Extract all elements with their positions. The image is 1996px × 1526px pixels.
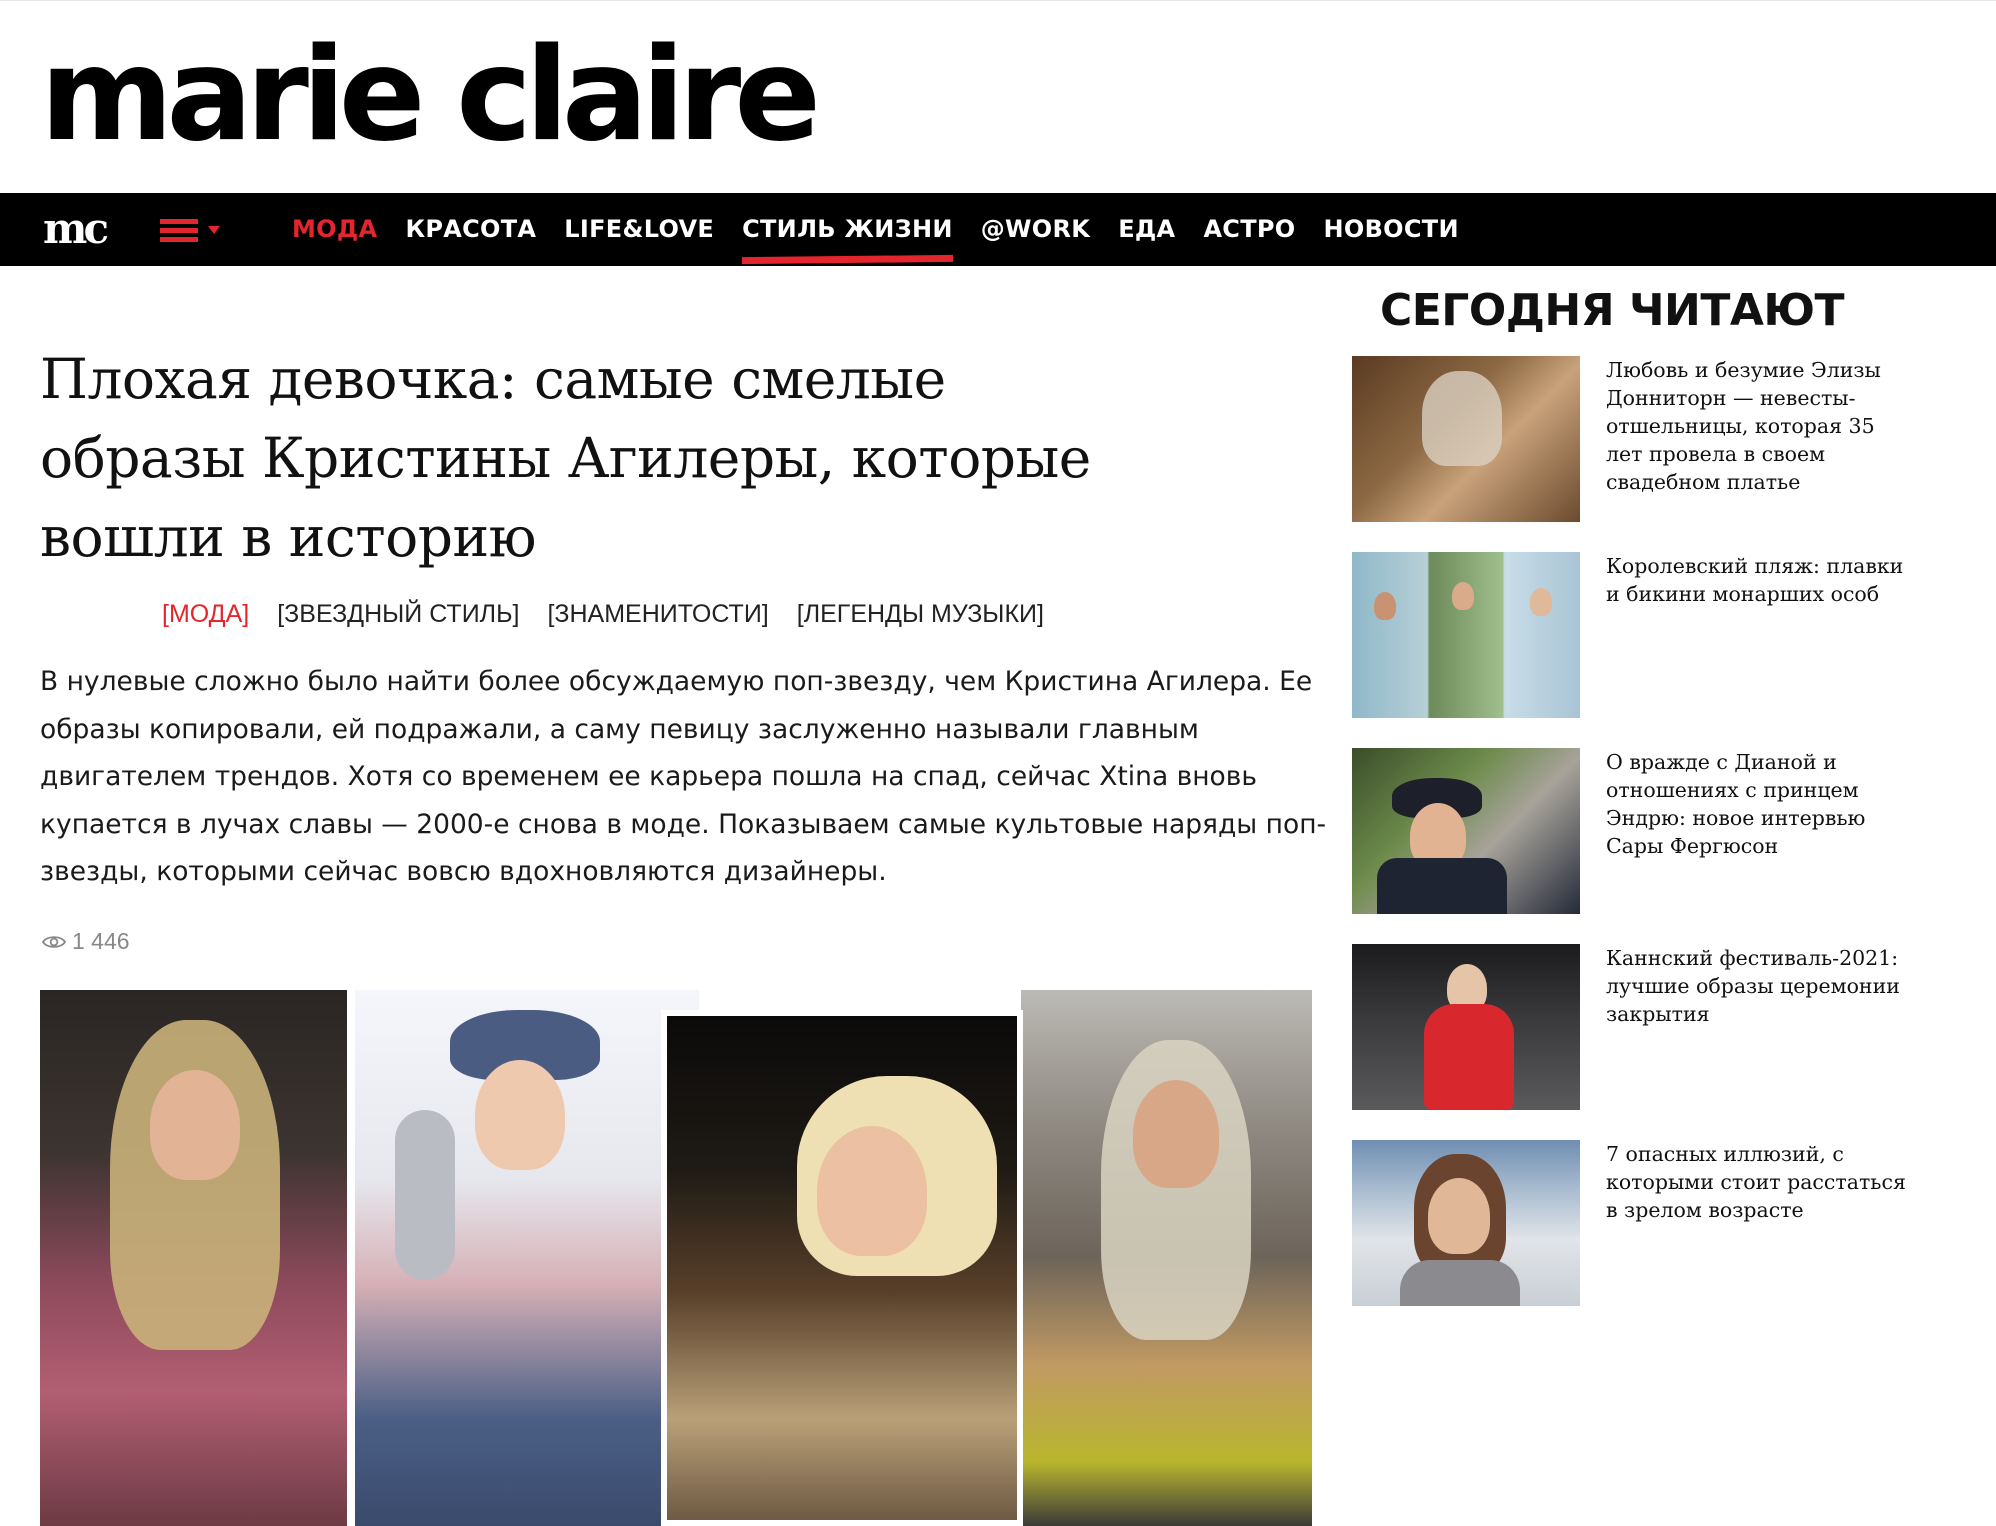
caret-down-icon (208, 226, 220, 234)
nav-item-krasota[interactable]: КРАСОТА (405, 193, 536, 266)
nav-item-life-love[interactable]: LIFE&LOVE (564, 193, 714, 266)
eye-icon (42, 935, 66, 948)
nav-items: МОДА КРАСОТА LIFE&LOVE СТИЛЬ ЖИЗНИ @WORK… (292, 193, 1487, 266)
hamburger-menu-button[interactable] (158, 213, 228, 247)
trending-thumbnail (1352, 1140, 1580, 1306)
nav-logo-mc[interactable]: mc (43, 207, 109, 251)
article-title: Плохая девочка: самые смелые образы Крис… (40, 347, 1091, 569)
trending-item-title: О вражде с Дианой и отношениях с принцем… (1606, 750, 1866, 858)
trending-thumbnail (1352, 944, 1580, 1110)
article-tags: [МОДА] [ЗВЕЗДНЫЙ СТИЛЬ] [ЗНАМЕНИТОСТИ] [… (162, 600, 1072, 629)
tag-moda[interactable]: [МОДА] (162, 600, 249, 629)
article-lead: В нулевые сложно было найти более обсужд… (40, 666, 1327, 887)
article-hero-collage[interactable] (40, 990, 1312, 1526)
trending-item[interactable]: Любовь и безумие Элизы Донниторн — невес… (1352, 356, 1912, 522)
nav-item-eda[interactable]: ЕДА (1118, 193, 1175, 266)
nav-item-novosti[interactable]: НОВОСТИ (1324, 193, 1459, 266)
trending-item-title: Любовь и безумие Элизы Донниторн — невес… (1606, 358, 1881, 494)
trending-item-title: 7 опасных иллюзий, с которыми стоит расс… (1606, 1142, 1906, 1222)
nav-item-astro[interactable]: АСТРО (1203, 193, 1295, 266)
nav-item-stil-zhizni[interactable]: СТИЛЬ ЖИЗНИ (742, 193, 953, 266)
nav-item-moda[interactable]: МОДА (292, 193, 377, 266)
trending-item-title: Королевский пляж: плавки и бикини монарш… (1606, 554, 1904, 606)
masthead: marie claire (0, 0, 1996, 193)
trending-item[interactable]: 7 опасных иллюзий, с которыми стоит расс… (1352, 1140, 1912, 1306)
tag-znamenitosti[interactable]: [ЗНАМЕНИТОСТИ] (547, 600, 768, 629)
hero-photo-1 (40, 990, 347, 1526)
view-counter: 1 446 (42, 928, 130, 955)
trending-thumbnail (1352, 356, 1580, 522)
trending-thumbnail (1352, 748, 1580, 914)
trending-item[interactable]: О вражде с Дианой и отношениях с принцем… (1352, 748, 1912, 914)
trending-thumbnail (1352, 552, 1580, 718)
view-count: 1 446 (72, 928, 130, 954)
trending-item[interactable]: Королевский пляж: плавки и бикини монарш… (1352, 552, 1912, 718)
hero-photo-2 (355, 990, 699, 1526)
nav-item-work[interactable]: @WORK (981, 193, 1090, 266)
trending-item[interactable]: Каннский фестиваль-2021: лучшие образы ц… (1352, 944, 1912, 1110)
main-nav: mc МОДА КРАСОТА LIFE&LOVE СТИЛЬ ЖИЗНИ @W… (0, 193, 1996, 266)
trending-item-title: Каннский фестиваль-2021: лучшие образы ц… (1606, 946, 1900, 1026)
site-logo[interactable]: marie claire (40, 1, 821, 191)
tag-zvezdny-stil[interactable]: [ЗВЕЗДНЫЙ СТИЛЬ] (277, 600, 519, 629)
sidebar-title: СЕГОДНЯ ЧИТАЮТ (1379, 285, 1845, 336)
tag-legendy-muzyki[interactable]: [ЛЕГЕНДЫ МУЗЫКИ] (797, 600, 1044, 629)
hero-photo-4 (1021, 990, 1312, 1526)
hero-photo-3 (661, 1010, 1023, 1526)
